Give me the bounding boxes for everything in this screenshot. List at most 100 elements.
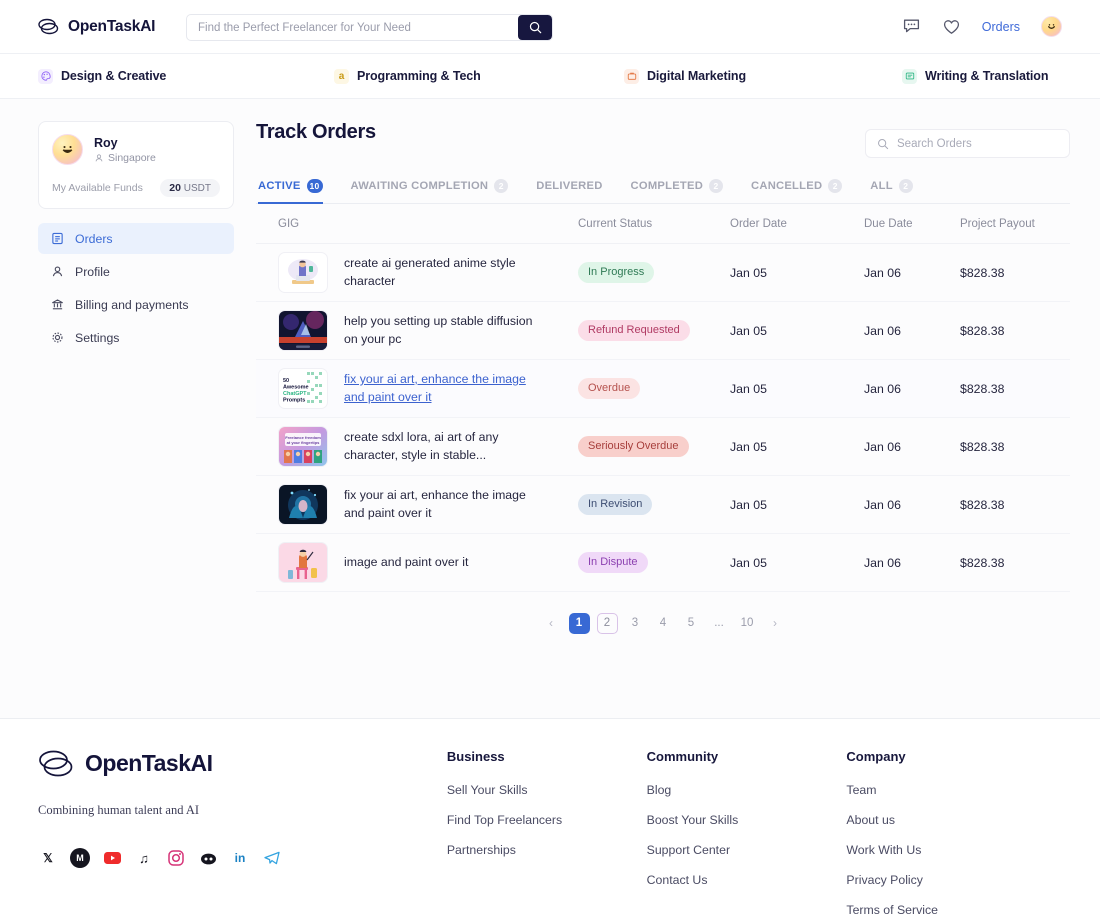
available-funds: My Available Funds 20 USDT [52,179,220,197]
avatar[interactable] [1041,16,1062,37]
page-2-button[interactable]: 2 [596,612,618,634]
tab-cancelled[interactable]: CANCELLED 2 [751,179,843,204]
footer-brand[interactable]: OpenTaskAI [38,749,447,778]
gig-title[interactable]: image and paint over it [344,554,468,571]
svg-text:Prompts: Prompts [283,398,305,404]
search-input[interactable] [187,15,518,40]
footer-link-contact-us[interactable]: Contact Us [647,873,847,887]
page-1-button[interactable]: 1 [568,612,590,634]
medium-icon[interactable]: M [70,848,90,868]
page-ellipsis: ... [714,617,724,629]
page-5-button[interactable]: 5 [681,613,702,634]
tab-awaiting-completion[interactable]: AWAITING COMPLETION 2 [351,179,509,204]
location-user-icon [95,154,103,162]
gig-title[interactable]: help you setting up stable diffusion on … [344,313,549,348]
svg-text:50: 50 [283,378,289,384]
tiktok-icon[interactable]: ♫ [134,848,154,868]
footer-link-work-with-us[interactable]: Work With Us [846,843,1062,857]
orders-link[interactable]: Orders [982,20,1020,34]
footer-link-partnerships[interactable]: Partnerships [447,843,647,857]
sidebar-item-billing[interactable]: Billing and payments [38,289,234,320]
footer-heading: Business [446,749,505,764]
x-twitter-icon[interactable]: 𝕏 [38,848,58,868]
tab-all[interactable]: ALL 2 [870,179,913,204]
stacked-ovals-logo-icon [38,18,59,35]
status-cell: In Dispute [578,552,730,573]
tab-label: ACTIVE [258,180,301,192]
page-10-button[interactable]: 10 [737,613,758,634]
youtube-icon[interactable] [102,848,122,868]
table-row[interactable]: image and paint over it In Dispute Jan 0… [256,534,1070,592]
tab-completed[interactable]: COMPLETED 2 [631,179,724,204]
brand[interactable]: OpenTaskAI [38,18,183,36]
status-badge: In Progress [578,262,655,283]
gig-thumbnail-pink-artist [278,542,328,583]
sidebar-item-profile[interactable]: Profile [38,256,234,287]
page-3-button[interactable]: 3 [625,613,646,634]
chat-bubble-icon[interactable] [902,17,921,36]
linkedin-icon[interactable]: in [230,848,250,868]
project-payout: $828.38 [960,439,1005,454]
status-badge: Overdue [578,378,641,399]
profile-location-label: Singapore [108,152,156,165]
gig-title[interactable]: fix your ai art, enhance the image and p… [344,487,549,522]
category-programming-tech[interactable]: a Programming & Tech [334,68,624,84]
tab-label: ALL [870,180,893,192]
table-row[interactable]: 50 Awesome ChatGPT Prompts fix your ai a… [256,360,1070,418]
footer-link-sell-your-skills[interactable]: Sell Your Skills [447,783,647,797]
orders-search[interactable] [865,129,1070,158]
footer-link-privacy-policy[interactable]: Privacy Policy [846,873,1062,887]
page-4-button[interactable]: 4 [653,613,674,634]
tab-active[interactable]: ACTIVE 10 [258,179,323,204]
telegram-icon[interactable] [262,848,282,868]
palette-icon [38,68,53,84]
table-row[interactable]: create ai generated anime style characte… [256,244,1070,302]
table-row[interactable]: Freelance freedom at your fingertips cre… [256,418,1070,476]
heart-icon[interactable] [942,17,961,36]
footer-link-about-us[interactable]: About us [846,813,1062,827]
footer-link-blog[interactable]: Blog [647,783,847,797]
table-row[interactable]: fix your ai art, enhance the image and p… [256,476,1070,534]
order-date: Jan 05 [730,555,767,570]
category-writing-translation[interactable]: Writing & Translation [902,68,1048,84]
gig-title[interactable]: create ai generated anime style characte… [344,255,549,290]
due-date: Jan 06 [864,323,901,338]
footer-heading: Company [846,749,906,764]
category-design-creative[interactable]: Design & Creative [38,68,334,84]
profile-avatar[interactable] [52,134,83,165]
due-date: Jan 06 [864,497,901,512]
category-label: Design & Creative [61,69,167,83]
social-links: 𝕏 M ♫ in [38,848,447,868]
status-cell: Refund Requested [578,320,730,341]
stacked-ovals-logo-icon [38,749,74,778]
discord-icon[interactable] [198,848,218,868]
status-badge: Seriously Overdue [578,436,689,457]
table-row[interactable]: help you setting up stable diffusion on … [256,302,1070,360]
footer-link-support-center[interactable]: Support Center [647,843,847,857]
instagram-icon[interactable] [166,848,186,868]
chevron-right-icon[interactable]: › [765,613,786,634]
orders-search-input[interactable] [897,137,1058,150]
category-label: Digital Marketing [647,69,747,83]
footer-link-boost-your-skills[interactable]: Boost Your Skills [647,813,847,827]
chevron-left-icon[interactable]: ‹ [541,613,562,634]
gig-title[interactable]: create sdxl lora, ai art of any characte… [344,429,549,464]
search-icon [878,138,889,149]
project-payout: $828.38 [960,381,1005,396]
sidebar-item-settings[interactable]: Settings [38,322,234,353]
status-badge: In Revision [578,494,653,515]
footer-link-team[interactable]: Team [846,783,1062,797]
search-button[interactable] [518,15,552,40]
tab-count: 2 [828,179,843,193]
gear-icon [50,331,64,345]
sidebar-item-orders[interactable]: Orders [38,223,234,254]
gig-title[interactable]: fix your ai art, enhance the image and p… [344,371,549,406]
status-cell: In Progress [578,262,730,283]
profile-name: Roy [94,135,118,150]
category-digital-marketing[interactable]: Digital Marketing [624,68,902,84]
footer-link-terms-of-service[interactable]: Terms of Service [846,903,1062,917]
footer-brand-name: OpenTaskAI [85,750,213,776]
footer-link-find-top-freelancers[interactable]: Find Top Freelancers [447,813,647,827]
tab-delivered[interactable]: DELIVERED [536,180,602,203]
global-search[interactable] [186,14,553,41]
